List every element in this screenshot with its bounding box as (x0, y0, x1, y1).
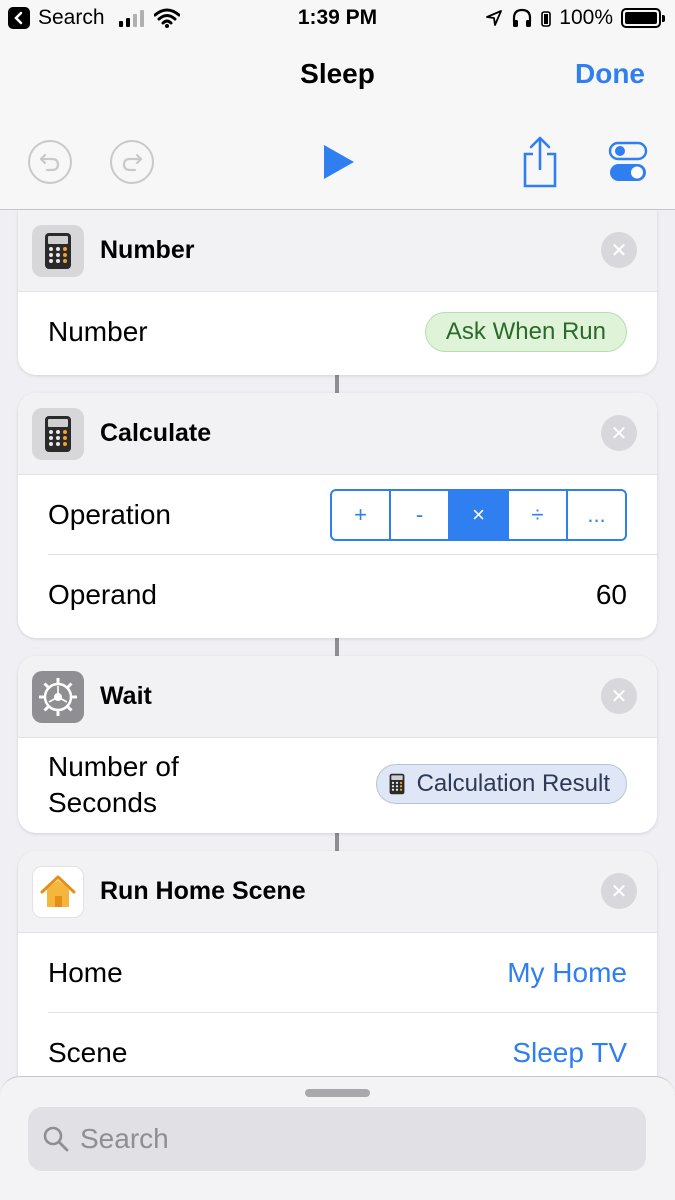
play-icon (324, 145, 354, 179)
action-card-run-home-scene[interactable]: Run Home Scene ✕ Home My Home Scene Slee… (18, 851, 657, 1111)
remove-action-button[interactable]: ✕ (601, 678, 637, 714)
action-connector (335, 637, 339, 657)
toggles-icon (608, 141, 648, 181)
close-icon: ✕ (610, 239, 628, 262)
close-icon: ✕ (610, 422, 628, 445)
editor-toolbar (0, 130, 675, 194)
close-icon: ✕ (610, 685, 628, 708)
ask-when-run-token[interactable]: Ask When Run (424, 312, 627, 352)
close-icon: ✕ (610, 880, 628, 903)
share-button[interactable] (518, 134, 562, 190)
parameter-label: Home (48, 957, 123, 988)
page-title: Sleep (300, 58, 375, 89)
headphones-icon (513, 8, 532, 27)
location-arrow-icon (486, 10, 503, 26)
redo-icon (122, 153, 143, 172)
gear-icon (32, 670, 84, 723)
action-header: Calculate ✕ (18, 393, 657, 475)
parameter-label: Operand (48, 579, 157, 610)
search-input[interactable] (80, 1123, 600, 1155)
parameter-row: Number of Seconds Calculation Result (18, 738, 657, 832)
action-card-calculate[interactable]: Calculate ✕ Operation + - × ÷ ... Operan… (18, 393, 657, 638)
redo-button[interactable] (110, 140, 154, 184)
remove-action-button[interactable]: ✕ (601, 873, 637, 909)
battery-percentage: 100% (559, 6, 613, 29)
parameter-row: Operand 60 (18, 555, 657, 635)
status-bar: Search 1:39 PM 100% (0, 0, 675, 40)
action-connector (335, 832, 339, 852)
parameter-row: Operation + - × ÷ ... (18, 475, 657, 555)
action-connector (335, 374, 339, 394)
undo-icon (39, 153, 60, 172)
operation-add[interactable]: + (332, 491, 391, 539)
variable-token-label: Calculation Result (416, 770, 610, 797)
calculator-icon (32, 224, 84, 277)
action-header: Number ✕ (18, 210, 657, 292)
parameter-label-line: Number of (48, 751, 179, 782)
parameter-row: Home My Home (18, 933, 657, 1013)
variable-token[interactable]: Calculation Result (375, 764, 627, 804)
operation-subtract[interactable]: - (391, 491, 450, 539)
action-title: Calculate (100, 419, 212, 447)
parameter-row: Number Ask When Run (18, 292, 657, 372)
action-title: Wait (100, 682, 152, 710)
parameter-label: Operation (48, 499, 171, 530)
battery-icon (621, 8, 665, 28)
headphone-battery-icon (541, 11, 552, 27)
remove-action-button[interactable]: ✕ (601, 232, 637, 268)
remove-action-button[interactable]: ✕ (601, 415, 637, 451)
home-icon (32, 865, 84, 918)
parameter-label: Number (48, 316, 148, 347)
operand-value[interactable]: 60 (596, 579, 627, 611)
undo-button[interactable] (28, 140, 72, 184)
search-bar[interactable] (28, 1107, 646, 1171)
action-title: Number (100, 236, 195, 264)
scene-picker[interactable]: Sleep TV (512, 1037, 627, 1069)
calculator-icon (389, 773, 404, 795)
share-icon (523, 136, 557, 188)
calculator-icon (32, 407, 84, 460)
operation-segmented-control: + - × ÷ ... (330, 489, 627, 541)
action-title: Run Home Scene (100, 877, 306, 905)
parameter-label: Number of Seconds (48, 749, 179, 821)
operation-divide[interactable]: ÷ (509, 491, 568, 539)
actions-bottom-sheet (0, 1076, 675, 1200)
search-icon (43, 1126, 69, 1152)
home-picker[interactable]: My Home (507, 957, 627, 989)
parameter-label-line: Seconds (48, 787, 157, 818)
action-card-number[interactable]: Number ✕ Number Ask When Run (18, 210, 657, 375)
action-header: Run Home Scene ✕ (18, 851, 657, 933)
settings-toggle-button[interactable] (606, 140, 650, 184)
operation-more[interactable]: ... (568, 491, 625, 539)
operation-multiply[interactable]: × (450, 491, 509, 539)
done-button[interactable]: Done (575, 58, 645, 90)
top-bar: Search 1:39 PM 100% Sleep Done (0, 0, 675, 210)
parameter-label: Scene (48, 1037, 128, 1068)
sheet-grabber[interactable] (305, 1089, 370, 1097)
action-card-wait[interactable]: Wait ✕ Number of Seconds Calculation Res… (18, 656, 657, 833)
action-header: Wait ✕ (18, 656, 657, 738)
run-button[interactable] (316, 140, 360, 184)
status-right: 100% (485, 6, 665, 30)
